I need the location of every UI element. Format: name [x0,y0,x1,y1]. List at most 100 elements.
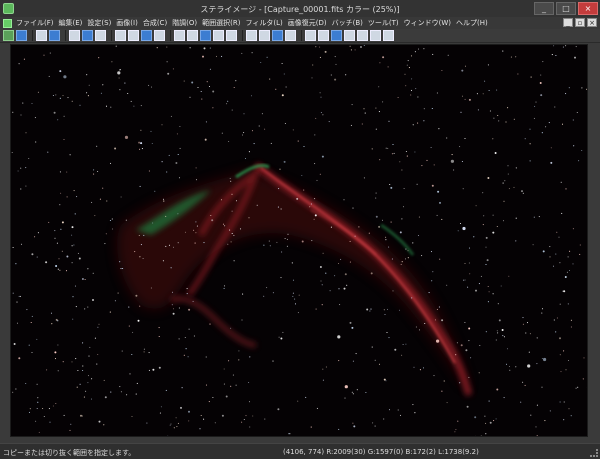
star [105,233,107,235]
curve-icon[interactable] [331,30,342,41]
star [563,350,565,352]
star [446,137,448,139]
expand-icon[interactable] [383,30,394,41]
menu-restore[interactable]: 画像復元(D) [288,18,327,28]
batch-icon[interactable] [154,30,165,41]
menu-edit[interactable]: 編集(E) [59,18,83,28]
levels-icon[interactable] [69,30,80,41]
zoom-in-icon[interactable] [174,30,185,41]
menu-filter[interactable]: フィルタ(L) [246,18,283,28]
doc-restore-button[interactable]: ▫ [575,18,585,27]
image-canvas[interactable] [10,44,588,437]
menu-settings[interactable]: 設定(S) [87,18,111,28]
star [34,236,36,238]
maximize-button[interactable]: □ [556,2,576,15]
sphere-icon[interactable] [272,30,283,41]
star [19,295,22,297]
menu-levels[interactable]: 階調(O) [172,18,197,28]
move-icon[interactable] [370,30,381,41]
star [565,45,567,47]
star [320,280,322,282]
menu-tools[interactable]: ツール(T) [368,18,399,28]
star [231,210,233,212]
star [320,96,322,98]
measure-icon[interactable] [305,30,316,41]
star [436,92,438,94]
star [244,157,247,160]
star [170,267,172,269]
star [325,366,327,368]
toolbar-separator [170,30,171,41]
star [527,364,531,368]
menu-file[interactable]: ファイル(F) [16,18,54,28]
resize-grip[interactable] [590,449,598,457]
star [428,292,430,294]
star [515,56,517,58]
star [328,121,330,123]
star [559,303,561,305]
minimize-button[interactable]: _ [534,2,554,15]
target-icon[interactable] [344,30,355,41]
star [225,395,228,398]
crop-icon[interactable] [226,30,237,41]
star [221,132,223,134]
star [278,188,280,190]
star [485,433,487,435]
magnify-icon[interactable] [318,30,329,41]
fit-icon[interactable] [200,30,211,41]
star [487,285,489,288]
restore-icon[interactable] [141,30,152,41]
star [226,103,228,105]
star [30,321,32,324]
rotate-icon[interactable] [357,30,368,41]
save-icon[interactable] [16,30,27,41]
menu-image[interactable]: 画像(I) [116,18,138,28]
star [468,327,471,330]
star [141,148,143,150]
grid-icon[interactable] [246,30,257,41]
star [417,234,420,237]
close-button[interactable]: × [578,2,598,15]
star [286,238,288,240]
star [87,382,89,384]
star [205,138,207,140]
color-icon[interactable] [95,30,106,41]
select-icon[interactable] [213,30,224,41]
undo-icon[interactable] [36,30,47,41]
star [565,369,567,371]
star [200,414,202,417]
star [349,321,352,324]
info-icon[interactable] [49,30,60,41]
star [55,94,57,96]
star [126,394,128,396]
star [399,231,402,234]
document-icon[interactable] [3,18,12,28]
star [143,351,145,353]
compose-icon[interactable] [115,30,126,41]
menu-batch[interactable]: バッチ(B) [332,18,363,28]
star [233,260,235,262]
zoom-out-icon[interactable] [187,30,198,41]
menu-selection[interactable]: 範囲選択(R) [202,18,240,28]
star [50,312,53,314]
menu-window[interactable]: ウィンドウ(W) [404,18,451,28]
menu-help[interactable]: ヘルプ(H) [456,18,488,28]
star [412,124,414,126]
star [20,188,22,190]
list-icon[interactable] [259,30,270,41]
star [16,301,18,303]
doc-minimize-button[interactable]: _ [563,18,573,27]
star [277,408,280,411]
star [57,370,59,372]
star [322,252,324,254]
star [391,258,393,260]
star-icon[interactable] [285,30,296,41]
menu-compose[interactable]: 合成(C) [143,18,167,28]
star [35,420,37,422]
open-icon[interactable] [3,30,14,41]
doc-close-button[interactable]: × [587,18,597,27]
filter-icon[interactable] [128,30,139,41]
histogram-icon[interactable] [82,30,93,41]
star [464,279,466,281]
star [96,145,98,147]
